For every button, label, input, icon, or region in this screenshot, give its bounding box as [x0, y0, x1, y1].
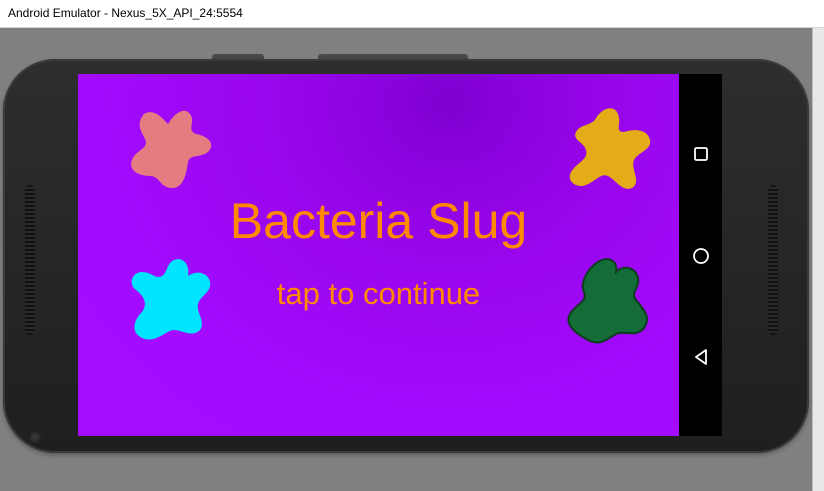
speaker-grille-left	[25, 185, 35, 335]
speaker-grille-right	[768, 185, 778, 335]
android-navigation-bar	[679, 74, 722, 436]
circle-icon	[693, 248, 709, 264]
window-title: Android Emulator - Nexus_5X_API_24:5554	[8, 6, 243, 20]
game-screen[interactable]: Bacteria Slug tap to continue	[78, 74, 679, 436]
home-button[interactable]	[688, 243, 714, 269]
recents-button[interactable]	[688, 141, 714, 167]
window-titlebar: Android Emulator - Nexus_5X_API_24:5554	[0, 0, 824, 28]
tap-to-continue-area[interactable]	[78, 74, 679, 436]
square-icon	[694, 147, 708, 161]
emulator-side-strip	[812, 28, 824, 491]
triangle-back-icon	[695, 349, 707, 365]
front-camera	[30, 432, 42, 444]
back-button[interactable]	[688, 344, 714, 370]
